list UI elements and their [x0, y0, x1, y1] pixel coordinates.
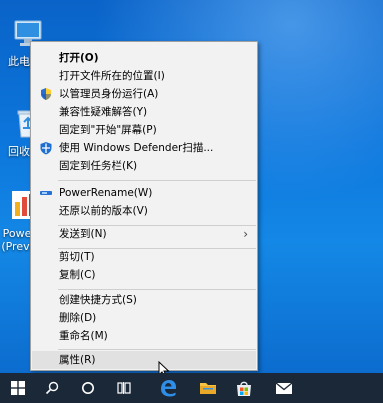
menu-separator: [58, 289, 256, 290]
edge-browser-button[interactable]: [150, 373, 186, 403]
menu-item-label: 剪切(T): [59, 251, 95, 263]
edge-icon: [161, 380, 176, 397]
folder-icon: [200, 383, 216, 394]
menu-item-label: 创建快捷方式(S): [59, 294, 137, 306]
menu-item-label: 兼容性疑难解答(Y): [59, 106, 148, 118]
menu-item-properties[interactable]: 属性(R): [32, 351, 256, 369]
task-view-icon: [117, 382, 131, 394]
menu-item-open-file-location[interactable]: 打开文件所在的位置(I): [32, 67, 256, 85]
menu-item-label: 以管理员身份运行(A): [59, 88, 159, 100]
search-icon: [45, 381, 59, 395]
menu-item-label: PowerRename(W): [59, 187, 153, 199]
menu-separator: [58, 180, 256, 181]
microsoft-store-button[interactable]: [226, 373, 262, 403]
menu-item-copy[interactable]: 复制(C): [32, 266, 256, 284]
menu-item-cut[interactable]: 剪切(T): [32, 248, 256, 266]
file-explorer-button[interactable]: [190, 373, 226, 403]
powerrename-icon: [40, 191, 52, 195]
uac-shield-icon: [41, 88, 51, 100]
menu-item-label: 使用 Windows Defender扫描...: [59, 142, 214, 154]
menu-item-label: 打开(O): [59, 52, 99, 64]
menu-item-powerrename[interactable]: PowerRename(W): [32, 184, 256, 202]
cortana-icon: [82, 382, 94, 394]
menu-item-label: 复制(C): [59, 269, 96, 281]
menu-item-label: 发送到(N): [59, 228, 107, 240]
menu-item-pin-to-start[interactable]: 固定到"开始"屏幕(P): [32, 121, 256, 139]
menu-item-label: 删除(D): [59, 312, 97, 324]
menu-item-label: 属性(R): [59, 354, 96, 366]
menu-item-label: 固定到"开始"屏幕(P): [59, 124, 157, 136]
windows-defender-icon: [40, 142, 52, 155]
menu-separator: [58, 349, 256, 350]
menu-item-label: 重命名(M): [59, 330, 108, 342]
context-menu: 打开(O) 打开文件所在的位置(I) 以管理员身份运行(A) 兼容性疑难解答(Y…: [30, 41, 258, 371]
menu-item-restore-previous-versions[interactable]: 还原以前的版本(V): [32, 202, 256, 220]
menu-item-compatibility-troubleshoot[interactable]: 兼容性疑难解答(Y): [32, 103, 256, 121]
taskbar: [0, 373, 383, 403]
submenu-arrow-icon: ›: [243, 227, 248, 241]
store-icon: [237, 381, 251, 396]
menu-item-send-to[interactable]: 发送到(N) ›: [32, 225, 256, 243]
menu-item-create-shortcut[interactable]: 创建快捷方式(S): [32, 291, 256, 309]
mail-button[interactable]: [266, 373, 302, 403]
menu-item-label: 固定到任务栏(K): [59, 160, 138, 172]
menu-item-open[interactable]: 打开(O): [32, 49, 256, 67]
menu-item-label: 打开文件所在的位置(I): [59, 70, 165, 82]
task-view-button[interactable]: [106, 373, 142, 403]
mail-icon: [275, 382, 293, 394]
menu-item-run-as-admin[interactable]: 以管理员身份运行(A): [32, 85, 256, 103]
cortana-button[interactable]: [70, 373, 106, 403]
windows-logo-icon: [11, 381, 25, 395]
menu-item-rename[interactable]: 重命名(M): [32, 327, 256, 345]
menu-item-defender-scan[interactable]: 使用 Windows Defender扫描...: [32, 139, 256, 157]
search-button[interactable]: [34, 373, 70, 403]
menu-item-pin-to-taskbar[interactable]: 固定到任务栏(K): [32, 157, 256, 175]
menu-item-label: 还原以前的版本(V): [59, 205, 148, 217]
menu-item-delete[interactable]: 删除(D): [32, 309, 256, 327]
start-button[interactable]: [0, 373, 36, 403]
